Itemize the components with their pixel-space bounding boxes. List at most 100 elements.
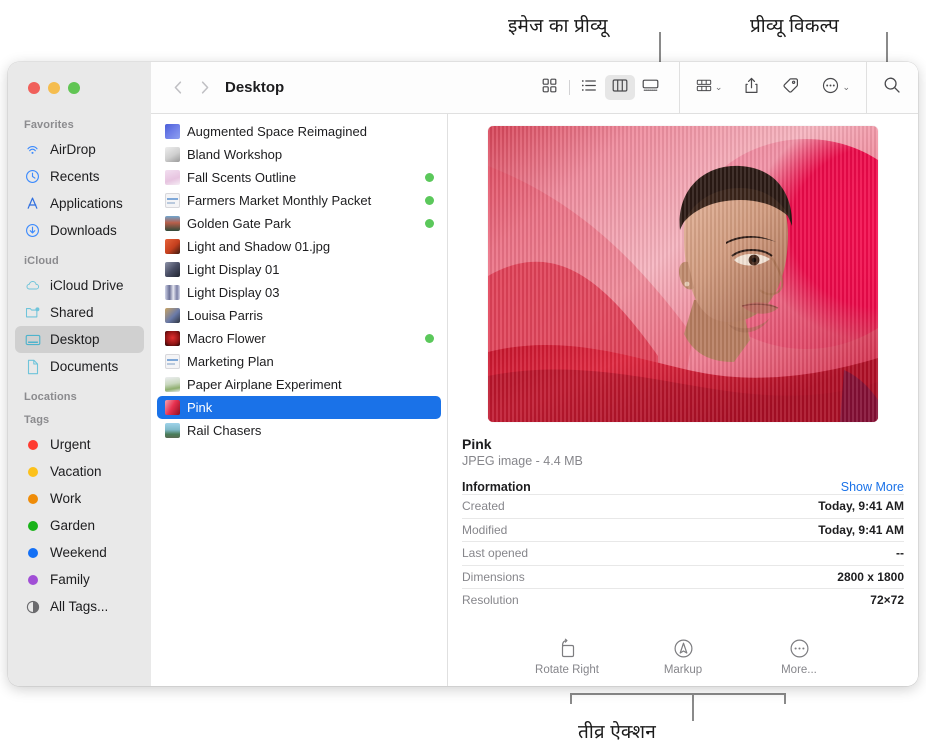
file-name: Marketing Plan bbox=[187, 354, 274, 369]
list-item[interactable]: Golden Gate Park bbox=[157, 212, 441, 235]
list-item[interactable]: Light and Shadow 01.jpg bbox=[157, 235, 441, 258]
rotate-right-button[interactable]: Rotate Right bbox=[531, 637, 603, 676]
list-item[interactable]: Macro Flower bbox=[157, 327, 441, 350]
info-value: 2800 x 1800 bbox=[837, 569, 904, 584]
list-item[interactable]: Farmers Market Monthly Packet bbox=[157, 189, 441, 212]
file-name: Light Display 01 bbox=[187, 262, 280, 277]
file-thumbnail bbox=[165, 147, 180, 162]
sidebar-item-documents[interactable]: Documents bbox=[15, 353, 144, 380]
sidebar-item-label: Desktop bbox=[50, 332, 100, 347]
list-item[interactable]: Rail Chasers bbox=[157, 419, 441, 442]
sidebar-item-desktop[interactable]: Desktop bbox=[15, 326, 144, 353]
sidebar-item-tag-work[interactable]: Work bbox=[15, 485, 144, 512]
list-item[interactable]: Light Display 03 bbox=[157, 281, 441, 304]
list-item[interactable]: Bland Workshop bbox=[157, 143, 441, 166]
annotation-image-preview: इमेज का प्रीव्यू bbox=[508, 16, 608, 37]
list-item[interactable]: Louisa Parris bbox=[157, 304, 441, 327]
list-item[interactable]: Fall Scents Outline bbox=[157, 166, 441, 189]
file-thumbnail bbox=[165, 400, 180, 415]
sidebar-item-tag-family[interactable]: Family bbox=[15, 566, 144, 593]
action-menu-button[interactable]: ⌄ bbox=[819, 75, 853, 101]
grid-icon bbox=[542, 78, 557, 98]
clock-icon bbox=[24, 168, 41, 185]
cloud-icon bbox=[24, 277, 41, 294]
file-list[interactable]: Augmented Space Reimagined Bland Worksho… bbox=[151, 114, 448, 686]
info-value: -- bbox=[896, 546, 904, 561]
sidebar-section-tags-header: Tags bbox=[24, 414, 50, 426]
list-item[interactable]: Augmented Space Reimagined bbox=[157, 120, 441, 143]
file-thumbnail bbox=[165, 377, 180, 392]
close-button[interactable] bbox=[28, 82, 40, 94]
sidebar-item-applications[interactable]: Applications bbox=[15, 190, 144, 217]
sidebar-item-label: Weekend bbox=[50, 545, 107, 560]
share-icon bbox=[744, 77, 759, 99]
ellipsis-circle-icon bbox=[822, 77, 839, 99]
zoom-button[interactable] bbox=[68, 82, 80, 94]
sidebar: Favorites AirDrop Recents Applications D… bbox=[8, 62, 151, 686]
column-view-button[interactable] bbox=[604, 75, 635, 100]
info-row-resolution: Resolution 72×72 bbox=[462, 588, 904, 612]
sidebar-item-airdrop[interactable]: AirDrop bbox=[15, 136, 144, 163]
sidebar-item-recents[interactable]: Recents bbox=[15, 163, 144, 190]
list-item-selected[interactable]: Pink bbox=[157, 396, 441, 419]
list-item[interactable]: Light Display 01 bbox=[157, 258, 441, 281]
sidebar-item-label: Documents bbox=[50, 359, 119, 374]
list-item[interactable]: Marketing Plan bbox=[157, 350, 441, 373]
sidebar-item-label: Work bbox=[50, 491, 82, 506]
back-button[interactable] bbox=[165, 75, 191, 101]
tag-dot-icon bbox=[24, 544, 41, 561]
markup-button[interactable]: Markup bbox=[647, 637, 719, 676]
file-thumbnail bbox=[165, 239, 180, 254]
sidebar-item-tag-vacation[interactable]: Vacation bbox=[15, 458, 144, 485]
tag-dot-icon bbox=[24, 463, 41, 480]
sidebar-item-tag-weekend[interactable]: Weekend bbox=[15, 539, 144, 566]
sidebar-item-tag-urgent[interactable]: Urgent bbox=[15, 431, 144, 458]
gallery-view-button[interactable] bbox=[636, 75, 666, 100]
information-header: Information bbox=[462, 480, 531, 494]
tag-button[interactable] bbox=[779, 75, 802, 101]
desktop-icon bbox=[24, 331, 41, 348]
toolbar-separator-right bbox=[866, 62, 867, 114]
preview-file-name: Pink bbox=[462, 436, 492, 452]
sidebar-item-downloads[interactable]: Downloads bbox=[15, 217, 144, 244]
info-value: 72×72 bbox=[870, 593, 904, 608]
icon-view-button[interactable] bbox=[535, 75, 565, 100]
minimize-button[interactable] bbox=[48, 82, 60, 94]
list-item[interactable]: Paper Airplane Experiment bbox=[157, 373, 441, 396]
preview-image bbox=[488, 126, 878, 422]
file-thumbnail bbox=[165, 170, 180, 185]
list-view-button[interactable] bbox=[574, 75, 604, 100]
rotate-right-icon bbox=[557, 637, 578, 659]
view-mode-group bbox=[535, 75, 666, 100]
file-name: Rail Chasers bbox=[187, 423, 262, 438]
sidebar-item-icloud-drive[interactable]: iCloud Drive bbox=[15, 272, 144, 299]
more-button[interactable]: More... bbox=[763, 637, 835, 676]
search-button[interactable] bbox=[880, 75, 904, 101]
file-name: Louisa Parris bbox=[187, 308, 263, 323]
share-button[interactable] bbox=[741, 75, 762, 101]
show-more-link[interactable]: Show More bbox=[841, 480, 904, 494]
info-row-last-opened: Last opened -- bbox=[462, 541, 904, 565]
main-area: Desktop ⌄ ⌄ Augmented Space Reimagined B… bbox=[151, 62, 918, 686]
tag-icon bbox=[782, 77, 799, 98]
file-thumbnail bbox=[165, 285, 180, 300]
sidebar-item-shared[interactable]: Shared bbox=[15, 299, 144, 326]
annotation-leader-quick-actions bbox=[692, 693, 694, 721]
sidebar-item-tag-garden[interactable]: Garden bbox=[15, 512, 144, 539]
info-key: Resolution bbox=[462, 593, 519, 608]
gallery-icon bbox=[642, 78, 659, 98]
content-area: Augmented Space Reimagined Bland Worksho… bbox=[151, 114, 918, 686]
sidebar-item-all-tags[interactable]: All Tags... bbox=[15, 593, 144, 620]
sidebar-item-label: iCloud Drive bbox=[50, 278, 124, 293]
finder-window: Favorites AirDrop Recents Applications D… bbox=[8, 62, 918, 686]
file-name: Macro Flower bbox=[187, 331, 266, 346]
file-thumbnail bbox=[165, 124, 180, 139]
quick-actions-bar: Rotate Right Markup More... bbox=[462, 627, 904, 686]
tag-indicator bbox=[425, 219, 434, 228]
file-name: Light Display 03 bbox=[187, 285, 280, 300]
quick-action-label: Rotate Right bbox=[535, 664, 599, 676]
group-by-button[interactable]: ⌄ bbox=[693, 75, 726, 101]
tag-indicator bbox=[425, 173, 434, 182]
sidebar-item-label: Vacation bbox=[50, 464, 102, 479]
forward-button[interactable] bbox=[191, 75, 217, 101]
